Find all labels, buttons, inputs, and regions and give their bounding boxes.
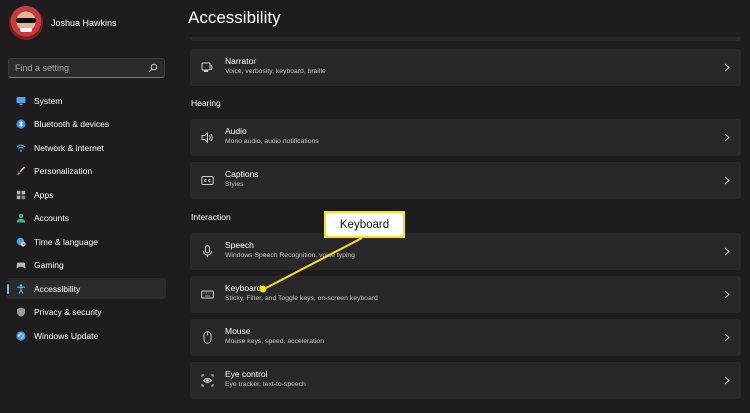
sidebar-item-label: Windows Update <box>34 330 99 341</box>
card-title: Eye control <box>225 369 268 379</box>
chevron-right-icon <box>724 133 730 142</box>
eye-icon <box>201 374 214 387</box>
chevron-right-icon <box>724 376 730 385</box>
card-subtitle: Eye tracker, text-to-speech <box>225 381 306 388</box>
card-title: Mouse <box>225 326 251 336</box>
sidebar-item-personalization[interactable]: Personalization <box>7 161 166 182</box>
section-title-interaction: Interaction <box>191 212 231 222</box>
monitor-icon <box>16 96 26 105</box>
card-title: Captions <box>225 169 259 179</box>
card-subtitle: Windows Speech Recognition, voice typing <box>225 252 355 259</box>
card-title: Audio <box>225 126 247 136</box>
sidebar: Joshua Hawkins Find a setting System Blu… <box>0 0 173 413</box>
profile[interactable]: Joshua Hawkins <box>9 6 117 40</box>
sidebar-item-windows-update[interactable]: Windows Update <box>7 325 166 346</box>
setting-card-speech[interactable]: Speech Windows Speech Recognition, voice… <box>190 233 741 270</box>
sidebar-item-label: Privacy & security <box>34 307 102 317</box>
chevron-right-icon <box>724 247 730 256</box>
avatar[interactable] <box>9 6 43 40</box>
chevron-right-icon <box>724 63 730 72</box>
bluetooth-icon <box>16 119 26 129</box>
sidebar-item-label: Network & internet <box>34 142 104 153</box>
globe-clock-icon <box>16 237 26 247</box>
update-icon <box>16 330 26 341</box>
sidebar-item-label: Accessibility <box>34 283 81 294</box>
sidebar-item-network[interactable]: Network & internet <box>7 137 166 158</box>
sidebar-item-label: Accounts <box>34 213 69 223</box>
sidebar-item-label: Gaming <box>34 260 64 270</box>
user-name: Joshua Hawkins <box>51 18 117 28</box>
chevron-right-icon <box>724 290 730 299</box>
main-content: Accessibility Narrator Voice, verbosity,… <box>173 0 750 413</box>
page-title: Accessibility <box>188 8 281 27</box>
mouse-icon <box>203 331 212 344</box>
setting-card-keyboard[interactable]: Keyboard Sticky, Filter, and Toggle keys… <box>190 276 741 313</box>
sidebar-item-accessibility[interactable]: Accessibility <box>7 278 166 299</box>
card-subtitle: Voice, verbosity, keyboard, braille <box>225 68 326 75</box>
shield-icon <box>17 307 25 317</box>
setting-card-mouse[interactable]: Mouse Mouse keys, speed, acceleration <box>190 319 741 356</box>
apps-icon <box>16 190 26 199</box>
sidebar-item-privacy-security[interactable]: Privacy & security <box>7 302 166 323</box>
scrolled-card-edge <box>190 37 741 41</box>
sidebar-item-system[interactable]: System <box>7 90 166 111</box>
chevron-right-icon <box>724 176 730 185</box>
person-icon <box>17 213 25 223</box>
sidebar-item-apps[interactable]: Apps <box>7 184 166 205</box>
setting-card-captions[interactable]: Captions Styles <box>190 162 741 199</box>
gamepad-icon <box>16 262 26 269</box>
chevron-right-icon <box>724 333 730 342</box>
sidebar-item-label: Apps <box>34 189 54 200</box>
search-icon[interactable] <box>148 63 158 73</box>
accessibility-icon <box>17 283 25 294</box>
card-subtitle: Sticky, Filter, and Toggle keys, on-scre… <box>225 295 378 302</box>
card-title: Speech <box>225 240 254 250</box>
search-input[interactable]: Find a setting <box>15 63 148 73</box>
search-box[interactable]: Find a setting <box>8 58 165 78</box>
annotation-callout: Keyboard <box>324 211 405 238</box>
sidebar-item-label: Time & language <box>34 236 98 247</box>
card-title: Narrator <box>225 56 257 66</box>
sidebar-item-accounts[interactable]: Accounts <box>7 208 166 229</box>
setting-card-audio[interactable]: Audio Mono audio, audio notifications <box>190 119 741 156</box>
sidebar-item-gaming[interactable]: Gaming <box>7 255 166 276</box>
wifi-icon <box>16 144 26 152</box>
section-title-hearing: Hearing <box>191 98 221 108</box>
sidebar-item-time-language[interactable]: Time & language <box>7 231 166 252</box>
sidebar-nav: System Bluetooth & devices Network & int… <box>7 90 166 349</box>
captions-icon <box>201 176 214 185</box>
sidebar-item-label: Bluetooth & devices <box>34 119 110 129</box>
card-subtitle: Styles <box>225 181 244 188</box>
card-title: Keyboard <box>225 283 262 293</box>
card-subtitle: Mono audio, audio notifications <box>225 138 319 145</box>
setting-card-eye-control[interactable]: Eye control Eye tracker, text-to-speech <box>190 362 741 399</box>
sidebar-item-label: System <box>34 95 63 106</box>
brush-icon <box>17 166 26 175</box>
setting-card-narrator[interactable]: Narrator Voice, verbosity, keyboard, bra… <box>190 49 741 86</box>
sidebar-item-bluetooth[interactable]: Bluetooth & devices <box>7 114 166 135</box>
speaker-icon <box>201 131 213 144</box>
card-subtitle: Mouse keys, speed, acceleration <box>225 338 324 345</box>
keyboard-icon <box>201 290 214 299</box>
narrator-icon <box>201 62 213 72</box>
sidebar-item-label: Personalization <box>34 166 93 176</box>
microphone-icon <box>203 245 212 258</box>
